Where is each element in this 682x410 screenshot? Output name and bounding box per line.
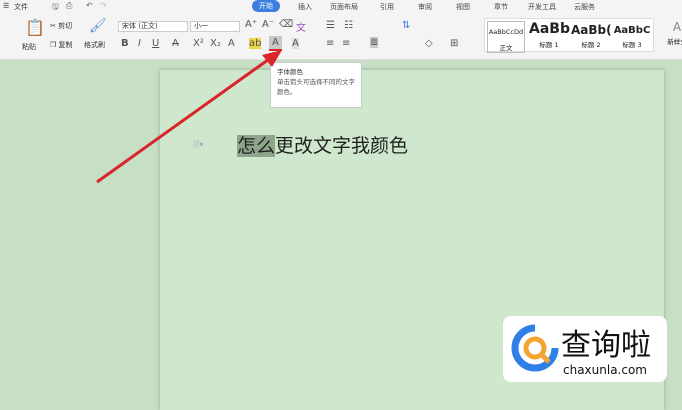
watermark-logo: 查询啦 chaxunla.com [503, 316, 667, 382]
logo-q-icon [511, 324, 559, 372]
